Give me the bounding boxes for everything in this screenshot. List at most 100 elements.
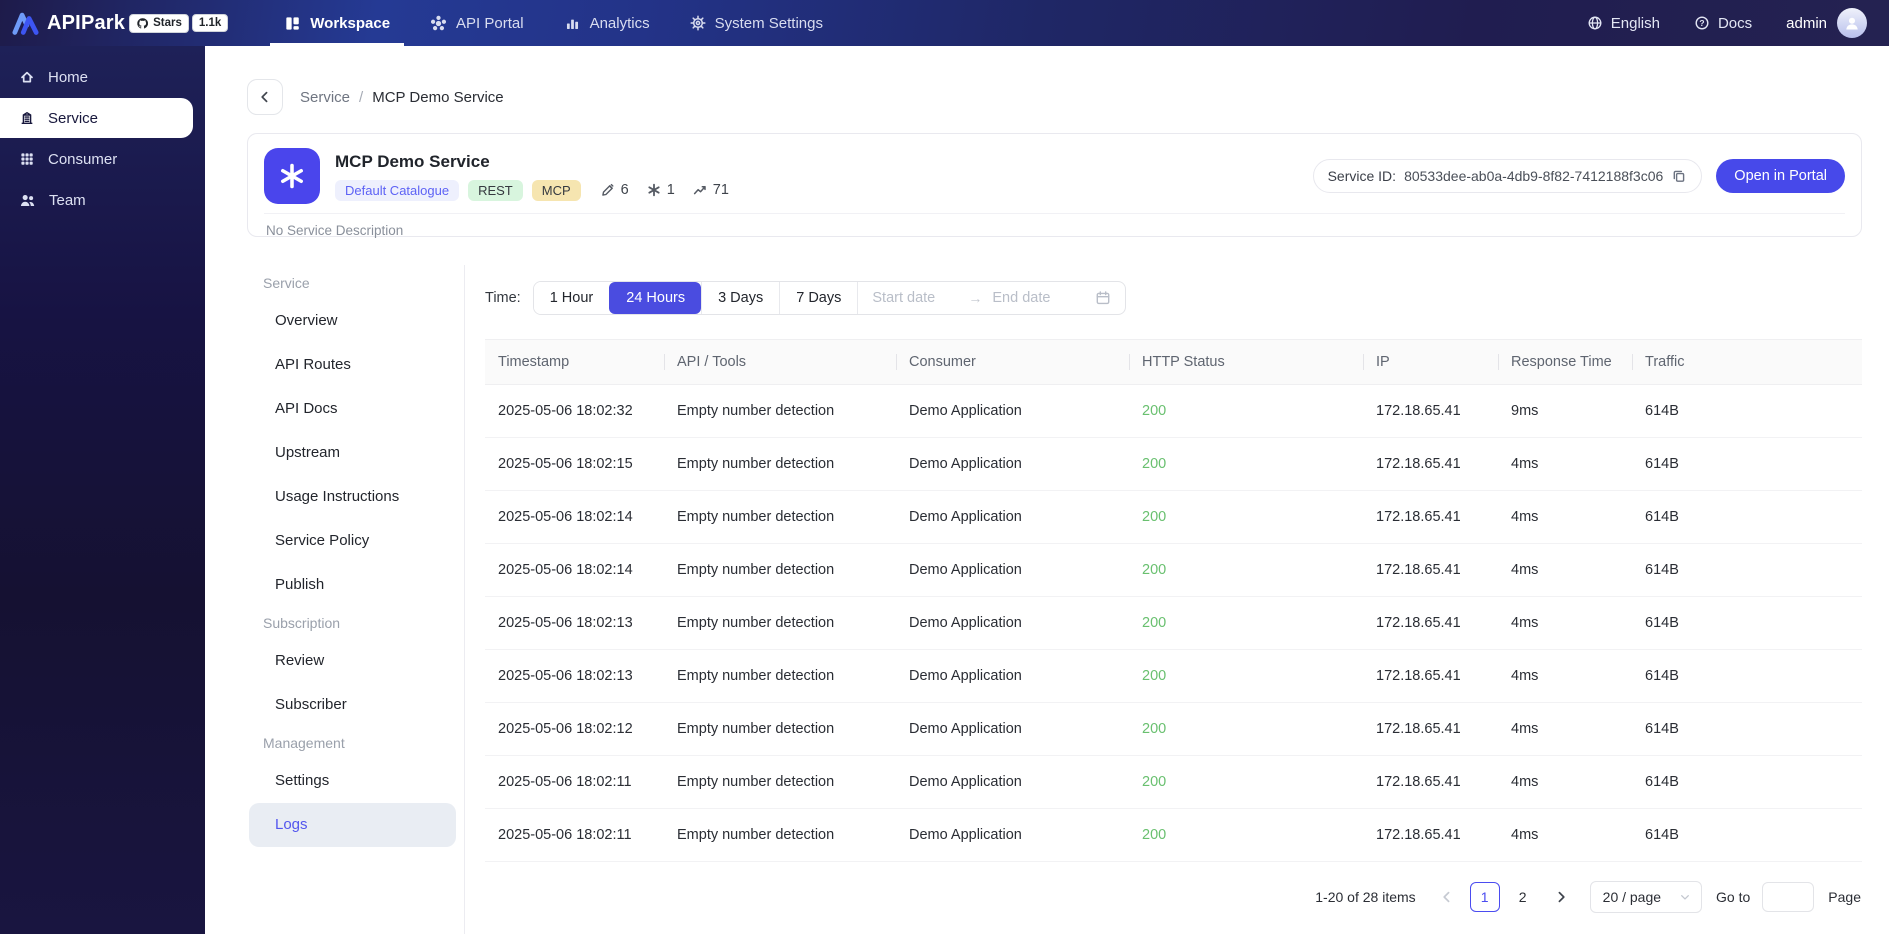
end-date-input[interactable] bbox=[992, 290, 1079, 306]
menu-item-publish[interactable]: Publish bbox=[249, 563, 456, 607]
breadcrumb: Service / MCP Demo Service bbox=[205, 46, 1889, 115]
pagination: 1-20 of 28 items 12 20 / page Go to Page bbox=[485, 881, 1862, 913]
github-stars-count: 1.1k bbox=[191, 14, 229, 32]
user-menu[interactable]: admin bbox=[1786, 8, 1867, 38]
ip-cell: 172.18.65.41 bbox=[1376, 827, 1461, 843]
time-option-3-days[interactable]: 3 Days bbox=[701, 282, 780, 314]
goto-label: Go to bbox=[1716, 889, 1751, 905]
consumer-cell: Demo Application bbox=[909, 827, 1022, 843]
timestamp-cell: 2025-05-06 18:02:32 bbox=[498, 403, 633, 419]
github-icon bbox=[136, 17, 149, 30]
sidebar-item-label: Home bbox=[48, 68, 89, 86]
page-size-value: 20 / page bbox=[1602, 889, 1662, 905]
column-header-traffic: Traffic bbox=[1632, 354, 1862, 370]
column-header-ip: IP bbox=[1363, 354, 1498, 370]
traffic-cell: 614B bbox=[1645, 456, 1679, 472]
ip-cell: 172.18.65.41 bbox=[1376, 721, 1461, 737]
workspace-icon bbox=[284, 15, 301, 32]
service-icon bbox=[19, 110, 35, 126]
calendar-icon[interactable] bbox=[1095, 290, 1111, 306]
column-header-http-status: HTTP Status bbox=[1129, 354, 1363, 370]
prev-page-button[interactable] bbox=[1431, 882, 1462, 912]
api-tools-cell: Empty number detection bbox=[677, 456, 835, 472]
top-navbar: APIPark Stars 1.1k Workspace API Portal An… bbox=[0, 0, 1889, 46]
menu-item-logs[interactable]: Logs bbox=[249, 803, 456, 847]
sidebar: Home Service Consumer Team bbox=[0, 46, 205, 934]
service-id-value: 80533dee-ab0a-4db9-8f82-7412188f3c06 bbox=[1404, 168, 1664, 184]
api-tools-cell: Empty number detection bbox=[677, 615, 835, 631]
menu-item-settings[interactable]: Settings bbox=[249, 759, 456, 803]
menu-item-usage-instructions[interactable]: Usage Instructions bbox=[249, 475, 456, 519]
logs-table-header: Timestamp API / Tools Consumer HTTP Status I… bbox=[485, 339, 1862, 385]
log-row: 2025-05-06 18:02:13 Empty number detectio… bbox=[485, 597, 1862, 650]
topnav-tab-api-portal[interactable]: API Portal bbox=[410, 0, 544, 46]
consumer-cell: Demo Application bbox=[909, 668, 1022, 684]
time-option-1-hour[interactable]: 1 Hour bbox=[533, 282, 610, 314]
sidebar-item-service[interactable]: Service bbox=[0, 98, 193, 138]
menu-item-subscriber[interactable]: Subscriber bbox=[249, 683, 456, 727]
page-number-1[interactable]: 1 bbox=[1469, 882, 1500, 912]
menu-item-service-policy[interactable]: Service Policy bbox=[249, 519, 456, 563]
chevron-down-icon bbox=[1679, 891, 1691, 903]
timestamp-cell: 2025-05-06 18:02:13 bbox=[498, 615, 633, 631]
trend-icon bbox=[692, 182, 708, 198]
start-date-input[interactable] bbox=[872, 290, 959, 306]
sidebar-item-consumer[interactable]: Consumer bbox=[0, 139, 193, 179]
column-header-response-time: Response Time bbox=[1498, 354, 1632, 370]
breadcrumb-separator: / bbox=[359, 88, 364, 106]
ip-cell: 172.18.65.41 bbox=[1376, 615, 1461, 631]
breadcrumb-parent[interactable]: Service bbox=[300, 89, 350, 106]
time-option-24-hours[interactable]: 24 Hours bbox=[609, 282, 702, 314]
menu-item-api-routes[interactable]: API Routes bbox=[249, 343, 456, 387]
menu-item-overview[interactable]: Overview bbox=[249, 299, 456, 343]
user-name: admin bbox=[1786, 14, 1827, 32]
http-status-cell: 200 bbox=[1142, 403, 1167, 419]
sidebar-item-label: Service bbox=[48, 109, 99, 127]
http-status-cell: 200 bbox=[1142, 774, 1167, 790]
menu-group-service: Service bbox=[263, 275, 310, 291]
apipark-logo[interactable]: APIPark bbox=[12, 10, 125, 37]
consumer-cell: Demo Application bbox=[909, 774, 1022, 790]
topnav-tab-label: Analytics bbox=[589, 14, 650, 32]
sidebar-item-team[interactable]: Team bbox=[0, 180, 193, 220]
time-option-7-days[interactable]: 7 Days bbox=[779, 282, 858, 314]
menu-group-management: Management bbox=[263, 735, 345, 751]
service-id-pill: Service ID: 80533dee-ab0a-4db9-8f82-7412… bbox=[1312, 159, 1703, 193]
github-stars-badge[interactable]: Stars 1.1k bbox=[129, 13, 229, 33]
topnav-tab-system-settings[interactable]: System Settings bbox=[670, 0, 843, 46]
api-portal-icon bbox=[430, 15, 447, 32]
ip-cell: 172.18.65.41 bbox=[1376, 403, 1461, 419]
topnav-link-english[interactable]: English bbox=[1587, 15, 1660, 32]
traffic-cell: 614B bbox=[1645, 403, 1679, 419]
topnav-tab-analytics[interactable]: Analytics bbox=[544, 0, 670, 46]
stat-value: 71 bbox=[712, 182, 729, 198]
log-row: 2025-05-06 18:02:15 Empty number detectio… bbox=[485, 438, 1862, 491]
page-number-2[interactable]: 2 bbox=[1507, 882, 1538, 912]
goto-page-input[interactable] bbox=[1762, 882, 1815, 912]
topnav-link-docs[interactable]: ? Docs bbox=[1694, 15, 1752, 32]
stat-value: 6 bbox=[620, 182, 629, 198]
menu-item-api-docs[interactable]: API Docs bbox=[249, 387, 456, 431]
time-filter-label: Time: bbox=[485, 290, 521, 306]
timestamp-cell: 2025-05-06 18:02:11 bbox=[498, 827, 632, 843]
mcp-logo-icon bbox=[277, 161, 307, 191]
avatar[interactable] bbox=[1837, 8, 1867, 38]
traffic-cell: 614B bbox=[1645, 774, 1679, 790]
page-size-select[interactable]: 20 / page bbox=[1589, 881, 1703, 913]
logs-table: Timestamp API / Tools Consumer HTTP Status I… bbox=[485, 339, 1862, 862]
copy-icon[interactable] bbox=[1671, 168, 1687, 184]
sidebar-item-home[interactable]: Home bbox=[0, 57, 193, 97]
sidebar-item-label: Consumer bbox=[48, 150, 118, 168]
next-page-button[interactable] bbox=[1545, 882, 1576, 912]
http-status-cell: 200 bbox=[1142, 509, 1167, 525]
traffic-cell: 614B bbox=[1645, 668, 1679, 684]
menu-item-upstream[interactable]: Upstream bbox=[249, 431, 456, 475]
back-button[interactable] bbox=[247, 79, 283, 115]
menu-item-review[interactable]: Review bbox=[249, 639, 456, 683]
consumer-cell: Demo Application bbox=[909, 403, 1022, 419]
service-description: No Service Description bbox=[264, 213, 1845, 238]
open-in-portal-button[interactable]: Open in Portal bbox=[1716, 159, 1845, 193]
response-time-cell: 4ms bbox=[1511, 774, 1539, 790]
analytics-icon bbox=[564, 15, 581, 32]
topnav-tab-workspace[interactable]: Workspace bbox=[264, 0, 410, 46]
